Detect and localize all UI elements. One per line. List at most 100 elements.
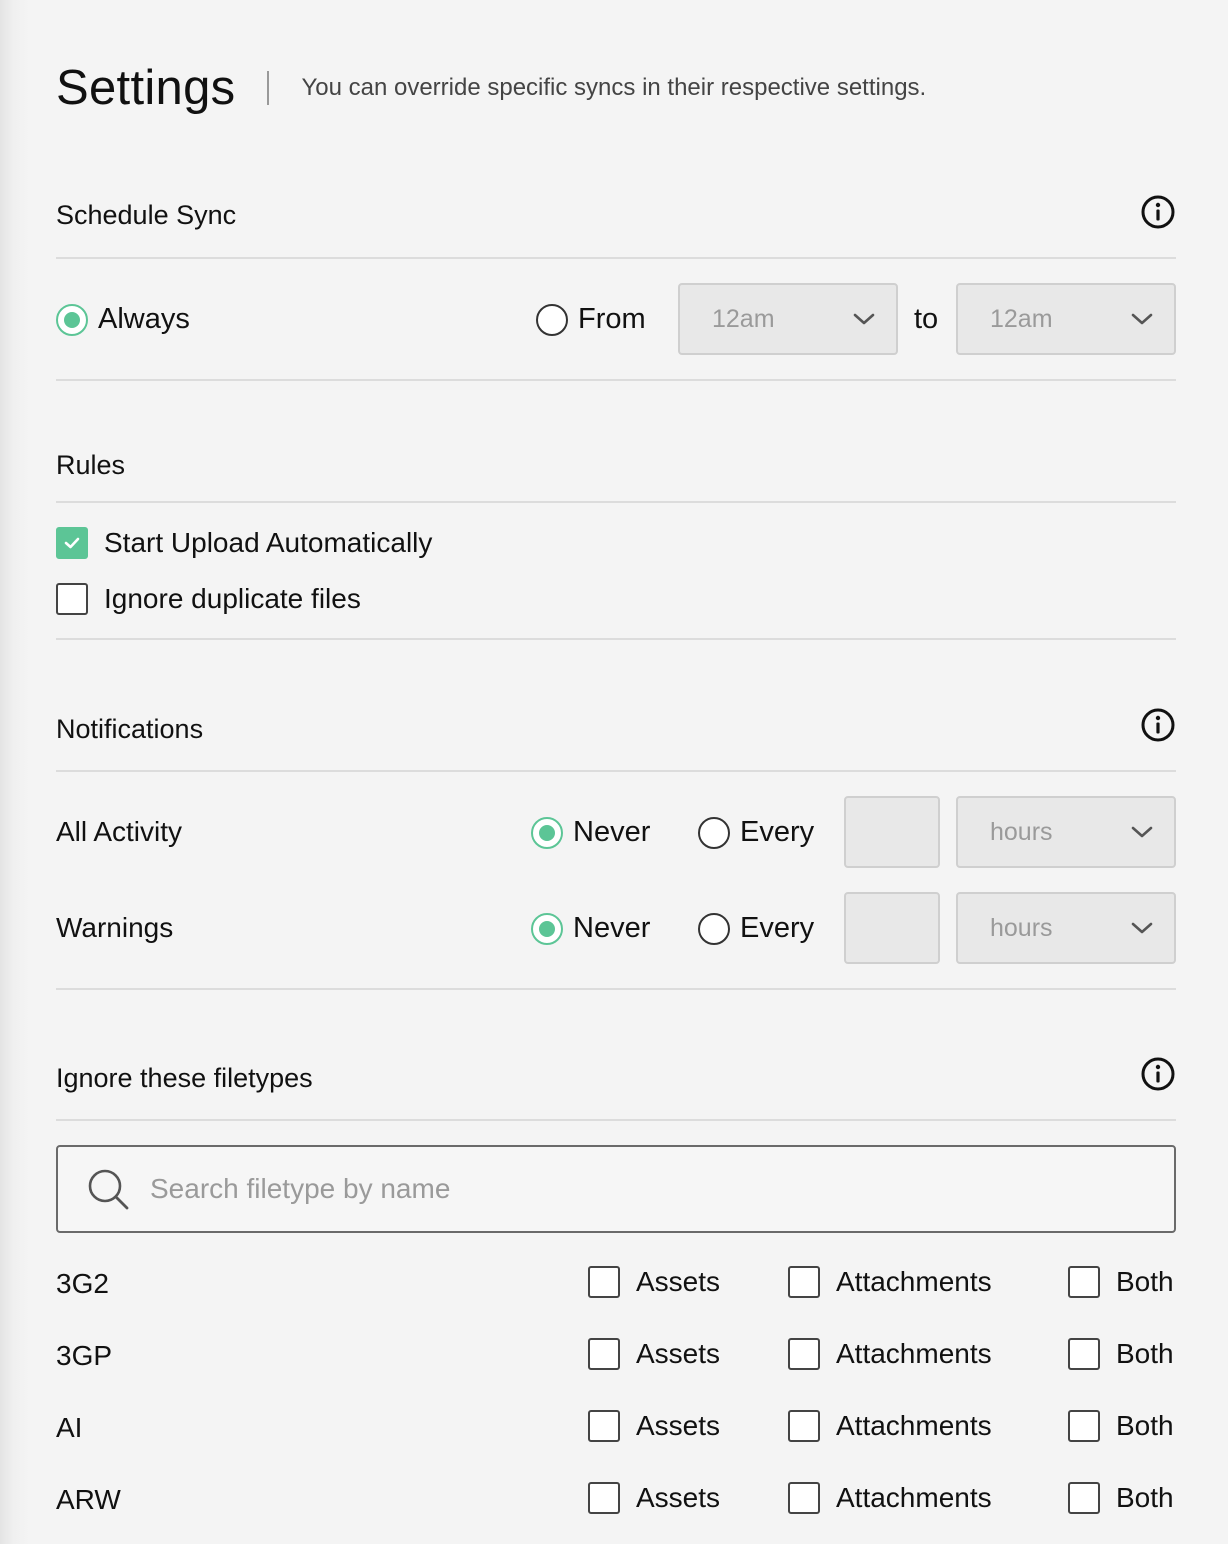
checkbox-box[interactable] xyxy=(588,1338,620,1370)
checkbox-box[interactable] xyxy=(1068,1482,1100,1514)
checkbox-label: Assets xyxy=(636,1482,721,1513)
all-activity-label: All Activity xyxy=(56,816,183,847)
to-time-select[interactable]: 12am xyxy=(956,283,1176,355)
warnings-unit-select[interactable]: hours xyxy=(956,892,1176,964)
filetype-row: AI Assets Attachments Both xyxy=(56,1410,1176,1450)
filetype-search[interactable] xyxy=(56,1145,1176,1233)
info-circle-icon[interactable] xyxy=(1140,707,1176,743)
select-value: 12am xyxy=(712,304,775,333)
chevron-down-icon xyxy=(1131,826,1153,838)
checkbox-label: Ignore duplicate files xyxy=(104,583,361,614)
attachments-checkbox[interactable]: Attachments xyxy=(788,1482,992,1514)
radio-label: From xyxy=(578,303,646,335)
page-header: Settings You can override specific syncs… xyxy=(56,58,926,118)
divider xyxy=(56,379,1176,381)
all-activity-count-input[interactable] xyxy=(844,796,940,868)
settings-page: Settings You can override specific syncs… xyxy=(56,0,1176,1544)
schedule-always-radio[interactable]: Always xyxy=(56,303,190,336)
chevron-down-icon xyxy=(1131,922,1153,934)
all-activity-unit-select[interactable]: hours xyxy=(956,796,1176,868)
filetype-name: AI xyxy=(56,1412,83,1443)
filetype-row: ARW Assets Attachments Both xyxy=(56,1482,1176,1522)
checkbox-box[interactable] xyxy=(788,1338,820,1370)
select-value: hours xyxy=(990,913,1053,942)
search-icon xyxy=(88,1169,129,1210)
rules-title: Rules xyxy=(56,450,126,480)
radio-circle[interactable] xyxy=(536,303,568,336)
radio-circle[interactable] xyxy=(531,912,563,945)
attachments-checkbox[interactable]: Attachments xyxy=(788,1410,992,1442)
assets-checkbox[interactable]: Assets xyxy=(588,1338,720,1370)
divider xyxy=(56,770,1176,772)
radio-label: Never xyxy=(573,816,651,848)
to-label: to xyxy=(914,303,939,335)
checkbox-box[interactable] xyxy=(1068,1266,1100,1298)
divider xyxy=(56,638,1176,640)
checkbox-box[interactable] xyxy=(588,1266,620,1298)
select-value: 12am xyxy=(990,304,1053,333)
warnings-label: Warnings xyxy=(56,912,174,943)
radio-circle[interactable] xyxy=(698,816,730,849)
divider xyxy=(56,1119,1176,1121)
checkbox-label: Start Upload Automatically xyxy=(104,527,433,558)
radio-circle[interactable] xyxy=(56,303,88,336)
radio-circle[interactable] xyxy=(698,912,730,945)
info-circle-icon[interactable] xyxy=(1140,194,1176,230)
from-time-select[interactable]: 12am xyxy=(678,283,898,355)
divider xyxy=(56,501,1176,503)
checkbox-label: Attachments xyxy=(836,1266,992,1297)
both-checkbox[interactable]: Both xyxy=(1068,1266,1174,1298)
checkbox-box[interactable] xyxy=(588,1410,620,1442)
warnings-never-radio[interactable]: Never xyxy=(531,912,650,945)
radio-label: Every xyxy=(740,816,815,848)
schedule-from-radio[interactable]: From xyxy=(536,303,646,336)
all-activity-never-radio[interactable]: Never xyxy=(531,816,650,849)
checkbox-label: Both xyxy=(1116,1410,1174,1441)
assets-checkbox[interactable]: Assets xyxy=(588,1410,720,1442)
radio-circle[interactable] xyxy=(531,816,563,849)
divider xyxy=(56,988,1176,990)
checkbox-box[interactable] xyxy=(788,1410,820,1442)
warnings-every-radio[interactable]: Every xyxy=(698,912,814,945)
filetype-row: 3G2 Assets Attachments Both xyxy=(56,1266,1176,1306)
assets-checkbox[interactable]: Assets xyxy=(588,1482,720,1514)
both-checkbox[interactable]: Both xyxy=(1068,1482,1174,1514)
page-title: Settings xyxy=(56,61,236,115)
chevron-down-icon xyxy=(853,313,875,325)
divider xyxy=(56,257,1176,259)
checkmark-icon xyxy=(64,537,80,549)
checkbox-label: Both xyxy=(1116,1266,1174,1297)
checkbox-box[interactable] xyxy=(1068,1338,1100,1370)
ignore-duplicates-checkbox[interactable]: Ignore duplicate files xyxy=(56,583,361,615)
both-checkbox[interactable]: Both xyxy=(1068,1410,1174,1442)
checkbox-label: Assets xyxy=(636,1410,721,1441)
both-checkbox[interactable]: Both xyxy=(1068,1338,1174,1370)
notifications-title: Notifications xyxy=(56,714,204,744)
attachments-checkbox[interactable]: Attachments xyxy=(788,1338,992,1370)
checkbox-box[interactable] xyxy=(588,1482,620,1514)
assets-checkbox[interactable]: Assets xyxy=(588,1266,720,1298)
checkbox-label: Attachments xyxy=(836,1482,992,1513)
checkbox-box[interactable] xyxy=(788,1482,820,1514)
title-separator xyxy=(267,71,270,105)
filetype-name: 3G2 xyxy=(56,1268,109,1299)
checkbox-box[interactable] xyxy=(56,583,88,615)
warnings-count-input[interactable] xyxy=(844,892,940,964)
attachments-checkbox[interactable]: Attachments xyxy=(788,1266,992,1298)
checkbox-box[interactable] xyxy=(1068,1410,1100,1442)
all-activity-every-radio[interactable]: Every xyxy=(698,816,814,849)
info-circle-icon[interactable] xyxy=(1140,1056,1176,1092)
start-upload-checkbox[interactable]: Start Upload Automatically xyxy=(56,527,432,559)
checkbox-label: Assets xyxy=(636,1338,721,1369)
radio-label: Every xyxy=(740,912,815,944)
search-input[interactable] xyxy=(150,1173,1050,1205)
filetype-row: 3GP Assets Attachments Both xyxy=(56,1338,1176,1378)
chevron-down-icon xyxy=(1131,313,1153,325)
filetype-name: ARW xyxy=(56,1484,121,1515)
select-value: hours xyxy=(990,817,1053,846)
checkbox-box[interactable] xyxy=(56,527,88,559)
filetypes-title: Ignore these filetypes xyxy=(56,1063,313,1093)
checkbox-label: Both xyxy=(1116,1482,1174,1513)
checkbox-box[interactable] xyxy=(788,1266,820,1298)
radio-label: Never xyxy=(573,912,651,944)
